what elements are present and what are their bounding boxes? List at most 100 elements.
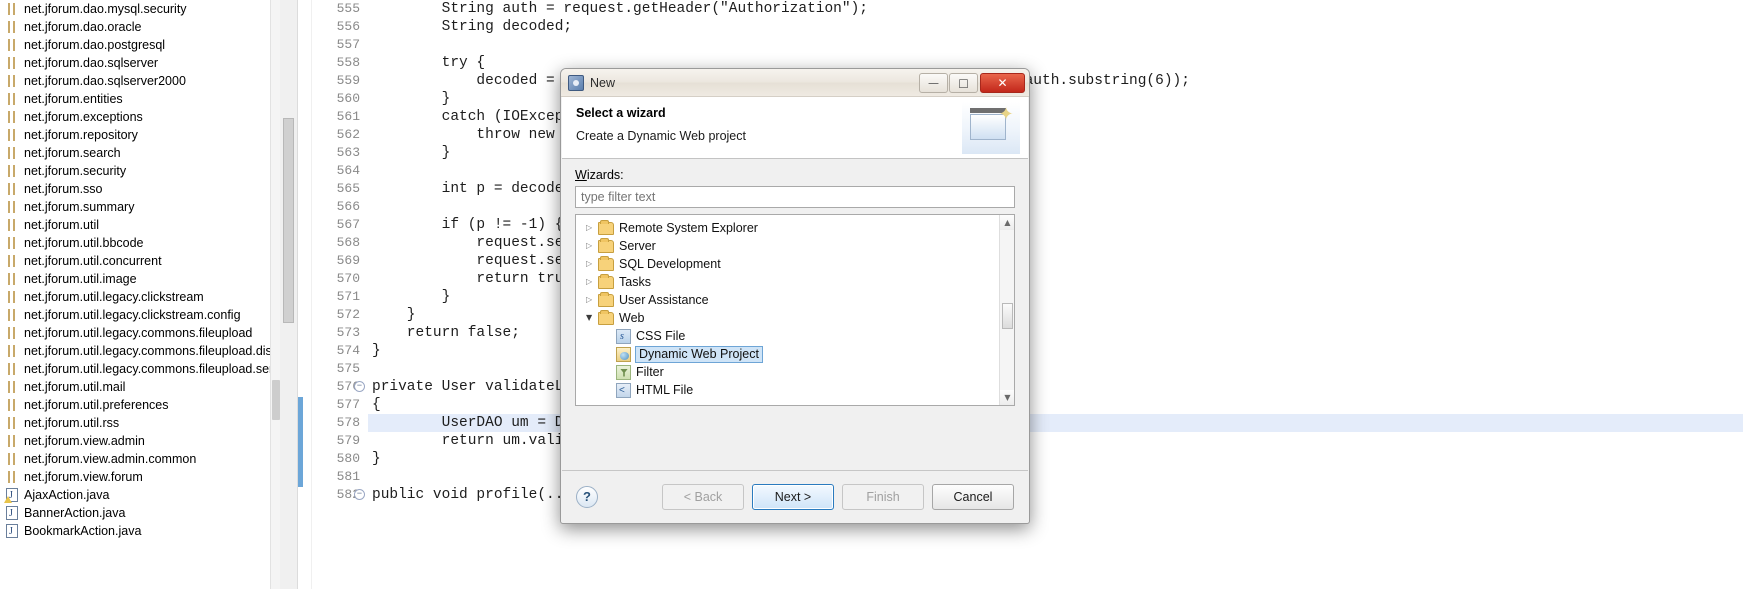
package-explorer-panel[interactable]: net.jforum.dao.mysql.security net.jforum.… xyxy=(0,0,280,589)
chevron-right-icon[interactable]: ▷ xyxy=(586,273,598,291)
package-icon xyxy=(4,397,20,413)
scroll-down-arrow-icon[interactable]: ▼ xyxy=(1000,390,1014,405)
explorer-item[interactable]: net.jforum.util.bbcode xyxy=(0,234,280,252)
wizard-tree-item[interactable]: ▷ Tasks xyxy=(576,273,1014,291)
explorer-item-label: AjaxAction.java xyxy=(24,488,110,502)
explorer-item[interactable]: net.jforum.util.legacy.commons.fileuploa… xyxy=(0,360,280,378)
cancel-button[interactable]: Cancel xyxy=(932,483,1014,510)
explorer-item[interactable]: net.jforum.sso xyxy=(0,180,280,198)
explorer-item[interactable]: net.jforum.dao.oracle xyxy=(0,18,280,36)
package-icon xyxy=(4,289,20,305)
wizard-filter-input[interactable] xyxy=(575,186,1015,208)
explorer-item-label: net.jforum.util.legacy.clickstream.confi… xyxy=(24,308,241,322)
package-explorer-scroll-thumb[interactable] xyxy=(272,380,280,420)
code-line[interactable]: String auth = request.getHeader("Authori… xyxy=(368,0,1743,18)
chevron-right-icon[interactable]: ▷ xyxy=(586,255,598,273)
finish-button[interactable]: Finish xyxy=(842,483,924,510)
proj-file-icon xyxy=(616,346,631,362)
explorer-item[interactable]: net.jforum.util.mail xyxy=(0,378,280,396)
explorer-item[interactable]: net.jforum.util xyxy=(0,216,280,234)
line-number: 575 xyxy=(312,360,368,378)
fold-toggle-icon[interactable]: − xyxy=(354,381,365,392)
maximize-button[interactable]: □ xyxy=(949,72,978,93)
package-explorer-scrollbar[interactable] xyxy=(270,0,280,589)
explorer-item[interactable]: net.jforum.util.concurrent xyxy=(0,252,280,270)
explorer-item[interactable]: net.jforum.util.legacy.commons.fileuploa… xyxy=(0,324,280,342)
explorer-item[interactable]: net.jforum.entities xyxy=(0,90,280,108)
explorer-item[interactable]: net.jforum.util.legacy.commons.fileuploa… xyxy=(0,342,280,360)
explorer-item[interactable]: net.jforum.dao.mysql.security xyxy=(0,0,280,18)
wizard-tree-item[interactable]: Filter xyxy=(576,363,1014,381)
explorer-item[interactable]: net.jforum.util.legacy.clickstream.confi… xyxy=(0,306,280,324)
line-number-text: 574 xyxy=(336,343,360,358)
line-number: 578 xyxy=(312,414,368,432)
wizard-tree-item[interactable]: ▷ User Assistance xyxy=(576,291,1014,309)
wizards-label-rest: izards: xyxy=(586,168,624,182)
chevron-right-icon[interactable]: ▷ xyxy=(586,291,598,309)
wizard-tree-item[interactable]: Dynamic Web Project xyxy=(576,345,1014,363)
explorer-item[interactable]: net.jforum.dao.sqlserver2000 xyxy=(0,72,280,90)
help-button[interactable]: ? xyxy=(576,485,598,508)
line-number: 567 xyxy=(312,216,368,234)
package-icon xyxy=(4,163,20,179)
close-button[interactable]: ✕ xyxy=(980,72,1025,93)
explorer-item[interactable]: BookmarkAction.java xyxy=(0,522,280,541)
explorer-item[interactable]: AjaxAction.java xyxy=(0,486,280,505)
maximize-icon: □ xyxy=(958,76,969,89)
java-file-icon xyxy=(4,505,20,523)
scroll-up-arrow-icon[interactable]: ▲ xyxy=(1000,215,1014,230)
explorer-item[interactable]: net.jforum.dao.sqlserver xyxy=(0,54,280,72)
minimize-button[interactable]: — xyxy=(919,72,948,93)
line-number-text: 577 xyxy=(336,397,360,412)
package-icon xyxy=(4,307,20,323)
editor-scroll-thumb[interactable] xyxy=(283,118,294,323)
line-number: 557 xyxy=(312,36,368,54)
wizard-tree-container[interactable]: ▷ Remote System Explorer ▷ Server ▷ SQL Devel… xyxy=(575,214,1015,406)
explorer-item[interactable]: net.jforum.util.legacy.clickstream xyxy=(0,288,280,306)
line-number: 566 xyxy=(312,198,368,216)
wizard-tree-item[interactable]: CSS File xyxy=(576,327,1014,346)
code-line[interactable] xyxy=(368,36,1743,54)
chevron-down-icon[interactable]: ▼ xyxy=(586,309,598,327)
html-file-icon xyxy=(616,382,631,400)
wizard-tree-item-label: HTML File xyxy=(636,383,694,397)
fold-toggle-icon[interactable]: − xyxy=(354,489,365,500)
line-number-text: 564 xyxy=(336,163,360,178)
chevron-right-icon[interactable]: ▷ xyxy=(586,237,598,255)
code-line[interactable]: String decoded; xyxy=(368,18,1743,36)
wizard-tree-item[interactable]: ▷ Remote System Explorer xyxy=(576,219,1014,237)
wizard-tree-item[interactable]: ▷ SQL Development xyxy=(576,255,1014,273)
explorer-item[interactable]: net.jforum.view.forum xyxy=(0,468,280,486)
explorer-item[interactable]: net.jforum.util.image xyxy=(0,270,280,288)
explorer-item[interactable]: net.jforum.dao.postgresql xyxy=(0,36,280,54)
wizard-tree-scrollbar[interactable]: ▲ ▼ xyxy=(999,215,1014,405)
editor-left-scrollbar[interactable] xyxy=(280,0,298,589)
dialog-header-title: Select a wizard xyxy=(576,106,666,120)
explorer-item[interactable]: net.jforum.summary xyxy=(0,198,280,216)
wizard-tree-scroll-thumb[interactable] xyxy=(1002,303,1013,329)
dialog-title-bar[interactable]: New — □ ✕ xyxy=(561,69,1029,97)
wizard-tree-item-label: Remote System Explorer xyxy=(619,221,758,235)
back-button[interactable]: < Back xyxy=(662,483,744,510)
explorer-item[interactable]: net.jforum.view.admin xyxy=(0,432,280,450)
line-number-text: 556 xyxy=(336,19,360,34)
next-button[interactable]: Next > xyxy=(752,483,834,510)
chevron-right-icon[interactable]: ▷ xyxy=(586,219,598,237)
explorer-item[interactable]: net.jforum.exceptions xyxy=(0,108,280,126)
explorer-item[interactable]: net.jforum.search xyxy=(0,144,280,162)
package-explorer-tree[interactable]: net.jforum.dao.mysql.security net.jforum.… xyxy=(0,0,280,541)
wizard-tree[interactable]: ▷ Remote System Explorer ▷ Server ▷ SQL Devel… xyxy=(576,215,1014,400)
explorer-item[interactable]: net.jforum.view.admin.common xyxy=(0,450,280,468)
wizard-tree-item[interactable]: HTML File xyxy=(576,381,1014,400)
explorer-item[interactable]: net.jforum.util.preferences xyxy=(0,396,280,414)
new-wizard-dialog[interactable]: New — □ ✕ Select a wizard Create a Dynam… xyxy=(560,68,1030,524)
wizard-tree-item[interactable]: ▷ Server xyxy=(576,237,1014,255)
explorer-item[interactable]: BannerAction.java xyxy=(0,504,280,523)
package-icon xyxy=(4,1,20,17)
explorer-item-label: net.jforum.util.legacy.commons.fileuploa… xyxy=(24,344,279,358)
explorer-item[interactable]: net.jforum.util.rss xyxy=(0,414,280,432)
explorer-item[interactable]: net.jforum.security xyxy=(0,162,280,180)
explorer-item[interactable]: net.jforum.repository xyxy=(0,126,280,144)
line-number-text: 580 xyxy=(336,451,360,466)
wizard-tree-item[interactable]: ▼ Web xyxy=(576,309,1014,327)
